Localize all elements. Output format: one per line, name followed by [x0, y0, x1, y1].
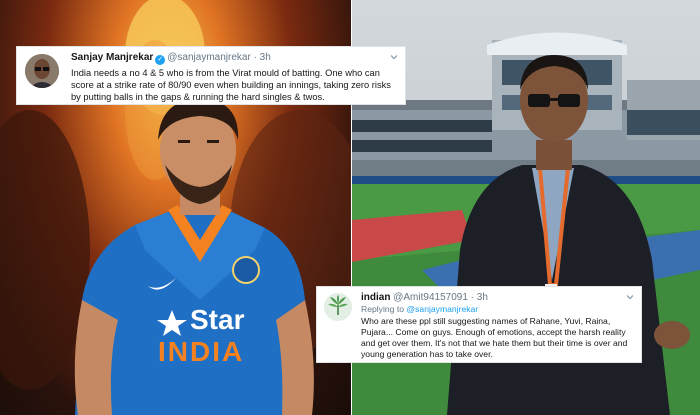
- tweet-text: India needs a no 4 & 5 who is from the V…: [71, 68, 391, 102]
- tweet-timestamp[interactable]: · 3h: [254, 52, 271, 63]
- tweet-author-handle[interactable]: @Amit94157091: [393, 292, 468, 303]
- replying-to-mention[interactable]: @sanjaymanjrekar: [406, 304, 478, 314]
- tweet-header: indian @Amit94157091 · 3h: [361, 292, 634, 304]
- tweet-card-manjrekar[interactable]: Sanjay Manjrekar ✓ @sanjaymanjrekar · 3h I…: [16, 46, 406, 105]
- tweet-author-handle[interactable]: @sanjaymanjrekar: [167, 52, 251, 63]
- verified-badge-icon: ✓: [155, 55, 166, 65]
- tweet-author-name[interactable]: Sanjay Manjrekar: [71, 52, 153, 63]
- avatar[interactable]: [25, 54, 59, 88]
- chevron-down-icon[interactable]: [390, 53, 398, 61]
- user-avatar-icon: [25, 54, 59, 88]
- tweet-text: Who are these ppl still suggesting names…: [361, 316, 628, 359]
- jersey-sponsor-text: Star: [190, 304, 245, 335]
- tweet-card-reply[interactable]: indian @Amit94157091 · 3h Replying to @s…: [316, 286, 642, 363]
- tweet-author-name[interactable]: indian: [361, 292, 390, 303]
- tweet-header: Sanjay Manjrekar ✓ @sanjaymanjrekar · 3h: [71, 52, 397, 65]
- chevron-down-icon[interactable]: [626, 293, 634, 301]
- replying-to-label: Replying to: [361, 304, 404, 314]
- jersey-country-text: INDIA: [158, 336, 245, 367]
- tweet-timestamp[interactable]: · 3h: [471, 292, 488, 303]
- replying-to-line: Replying to @sanjaymanjrekar: [361, 304, 634, 315]
- avatar[interactable]: [324, 293, 352, 321]
- leaf-icon: [324, 293, 352, 321]
